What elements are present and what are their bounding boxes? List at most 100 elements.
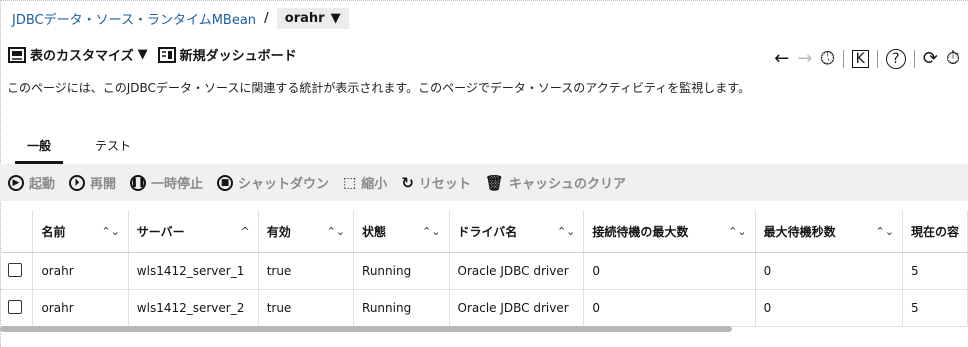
horizontal-scrollbar[interactable]	[0, 326, 732, 332]
table-cell: Running	[353, 252, 450, 290]
column-header-max-wait-seconds[interactable]: 最大待機秒数 ⌃⌄	[755, 210, 903, 253]
suspend-button[interactable]: ❚❚ 一時停止	[130, 173, 203, 192]
forward-arrow-icon[interactable]: →	[797, 48, 812, 69]
column-header-label: 接続待機の最大数	[592, 224, 689, 239]
customize-table-label: 表のカスタマイズ	[30, 49, 134, 64]
refresh-icon[interactable]: ⟳	[923, 48, 938, 69]
reset-icon: ↻	[401, 173, 414, 192]
table-header-row: 名前 ⌃⌄ サーバー ^ 有効 ⌃⌄ 状態 ⌃⌄ ドライバ名 ⌃⌄ 接続待機の最大数 ⌃⌄ …	[0, 210, 968, 253]
caret-down-icon: ▼	[330, 11, 341, 26]
first-page-icon[interactable]: K	[851, 49, 869, 68]
table-cell: orahr	[32, 289, 129, 327]
breadcrumb: JDBCデータ・ソース・ランタイムMBean / orahr ▼	[12, 8, 349, 29]
new-dashboard-button[interactable]: 新規ダッシュボード	[157, 45, 297, 64]
shrink-icon: ⬚	[343, 174, 357, 191]
resume-icon: ⏵	[69, 174, 86, 191]
row-checkbox[interactable]	[8, 262, 22, 277]
table-cell: wls1412_server_1	[128, 252, 259, 290]
sort-icon[interactable]: ⌃⌄	[422, 225, 440, 238]
breadcrumb-current-label: orahr	[284, 11, 325, 26]
table-row[interactable]: orahr wls1412_server_1 true Running Orac…	[0, 252, 968, 290]
column-header-enabled[interactable]: 有効 ⌃⌄	[258, 210, 355, 253]
breadcrumb-current-select[interactable]: orahr ▼	[276, 8, 349, 29]
column-header-label: 名前	[41, 224, 66, 239]
breadcrumb-link[interactable]: JDBCデータ・ソース・ランタイムMBean	[12, 9, 256, 28]
caret-down-icon: ▼	[137, 47, 148, 62]
table-cell: true	[258, 289, 355, 327]
table-cell: 5	[902, 289, 968, 327]
customize-table-button[interactable]: 表のカスタマイズ ▼	[8, 45, 148, 64]
divider	[913, 49, 915, 68]
history-clock-icon[interactable]: 🕔︎	[820, 48, 834, 69]
table-cell: 0	[755, 252, 903, 290]
column-header-max-waiting[interactable]: 接続待機の最大数 ⌃⌄	[583, 210, 756, 253]
select-column-header	[0, 210, 34, 253]
table-cell: 5	[902, 252, 968, 290]
reset-button[interactable]: ↻ リセット	[401, 173, 471, 193]
action-toolbar: ▶ 起動 ⏵ 再開 ❚❚ 一時停止 ■ シャットダウン ⬚ 縮小 ↻ リセット 🗑︎ キャッシ…	[0, 164, 968, 201]
table-row[interactable]: orahr wls1412_server_2 true Running Orac…	[0, 289, 968, 327]
sort-ascending-icon[interactable]: ^	[240, 225, 249, 238]
shrink-label: 縮小	[361, 177, 388, 192]
table-customize-icon	[8, 46, 26, 63]
resume-label: 再開	[90, 177, 117, 192]
column-header-label: サーバー	[136, 224, 185, 239]
sort-icon[interactable]: ⌃⌄	[557, 225, 575, 238]
reset-label: リセット	[418, 177, 471, 192]
column-header-label: 最大待機秒数	[763, 224, 836, 239]
table-cell: 0	[583, 252, 756, 290]
table-cell: true	[258, 252, 355, 290]
tab-general[interactable]: 一般	[15, 133, 64, 164]
back-arrow-icon[interactable]: ←	[774, 48, 789, 69]
column-header-current-capacity[interactable]: 現在の容	[902, 210, 968, 253]
sort-icon[interactable]: ⌃⌄	[876, 225, 894, 238]
resume-button[interactable]: ⏵ 再開	[69, 173, 116, 192]
column-header-label: 現在の容	[910, 224, 959, 239]
row-select-cell	[0, 252, 34, 290]
table-cell: Oracle JDBC driver	[449, 289, 585, 327]
play-icon: ▶	[8, 174, 24, 191]
tab-test[interactable]: テスト	[83, 133, 143, 164]
table-cell: orahr	[32, 252, 129, 290]
datasource-table: 名前 ⌃⌄ サーバー ^ 有効 ⌃⌄ 状態 ⌃⌄ ドライバ名 ⌃⌄ 接続待機の最大数 ⌃⌄ …	[0, 210, 968, 327]
table-cell: 0	[583, 289, 756, 327]
table-toolbar: 表のカスタマイズ ▼ 新規ダッシュボード	[8, 45, 297, 64]
row-checkbox[interactable]	[8, 299, 22, 314]
table-cell: Oracle JDBC driver	[449, 252, 585, 290]
clear-cache-button[interactable]: 🗑︎ キャッシュのクリア	[484, 173, 626, 193]
table-cell: Running	[353, 289, 450, 327]
column-header-label: 状態	[362, 224, 387, 239]
start-button[interactable]: ▶ 起動	[8, 173, 55, 192]
new-dashboard-label: 新規ダッシュボード	[179, 49, 297, 64]
sort-icon[interactable]: ⌃⌄	[101, 225, 119, 238]
stop-icon: ■	[217, 174, 234, 191]
column-header-label: 有効	[266, 224, 291, 239]
column-header-name[interactable]: 名前 ⌃⌄	[32, 210, 129, 253]
column-header-driver[interactable]: ドライバ名 ⌃⌄	[449, 210, 585, 253]
table-cell: 0	[755, 289, 903, 327]
shutdown-button[interactable]: ■ シャットダウン	[217, 173, 329, 192]
sort-icon[interactable]: ⌃⌄	[327, 225, 345, 238]
shutdown-label: シャットダウン	[238, 177, 330, 192]
suspend-label: 一時停止	[151, 177, 204, 192]
dashboard-icon	[157, 46, 176, 63]
tab-bar: 一般 テスト	[15, 133, 143, 164]
navigation-icons: ← → 🕔︎ K ? ⟳ ⏱︎	[774, 48, 960, 69]
column-header-server[interactable]: サーバー ^	[128, 210, 259, 253]
column-header-label: ドライバ名	[457, 224, 518, 239]
table-cell: wls1412_server_2	[128, 289, 259, 327]
pause-icon: ❚❚	[130, 174, 147, 191]
page-description: このページには、このJDBCデータ・ソースに関連する統計が表示されます。このペー…	[7, 81, 751, 95]
row-select-cell	[0, 289, 34, 327]
column-header-state[interactable]: 状態 ⌃⌄	[353, 210, 450, 253]
trash-icon: 🗑︎	[484, 173, 504, 192]
clear-cache-label: キャッシュのクリア	[508, 177, 626, 192]
help-icon[interactable]: ?	[885, 48, 906, 69]
auto-refresh-timer-icon[interactable]: ⏱︎	[946, 48, 960, 69]
shrink-button[interactable]: ⬚ 縮小	[343, 173, 388, 193]
divider	[876, 49, 878, 68]
divider	[842, 49, 844, 68]
breadcrumb-separator: /	[264, 11, 269, 26]
start-label: 起動	[29, 177, 56, 192]
sort-icon[interactable]: ⌃⌄	[728, 225, 746, 238]
